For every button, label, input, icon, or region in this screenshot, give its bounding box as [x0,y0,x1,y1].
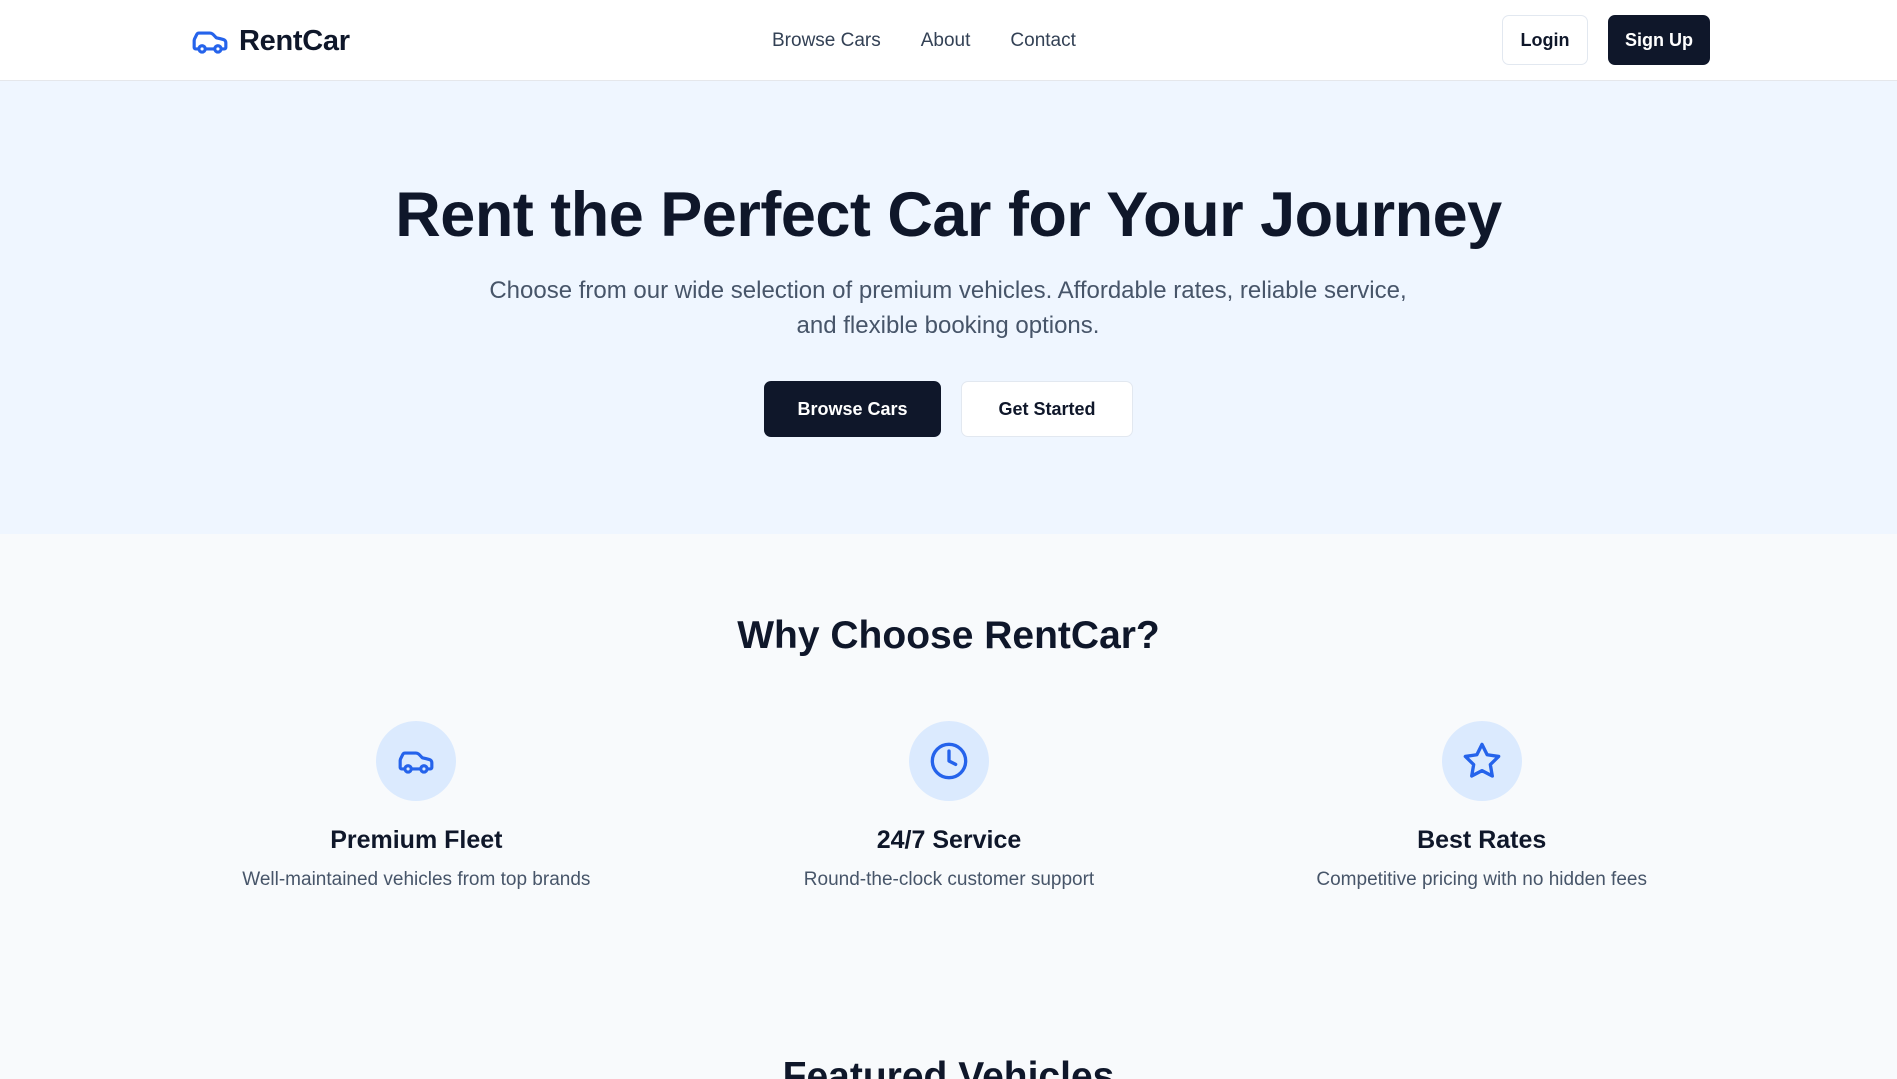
signup-button[interactable]: Sign Up [1608,15,1710,65]
why-choose-title: Why Choose RentCar? [737,614,1160,657]
feature-description: Round-the-clock customer support [803,869,1095,890]
hero-subtitle: Choose from our wide selection of premiu… [448,273,1448,343]
brand-name: RentCar [239,24,350,57]
feature-premium-fleet: Premium Fleet Well-maintained vehicles f… [150,721,683,891]
car-icon [191,22,229,60]
feature-description: Well-maintained vehicles from top brands [242,869,591,890]
car-icon [376,721,457,801]
feature-title: Premium Fleet [330,826,503,854]
nav-link-browse-cars[interactable]: Browse Cars [772,30,881,52]
nav-link-contact[interactable]: Contact [1010,30,1075,52]
hero-title: Rent the Perfect Car for Your Journey [395,180,1502,250]
hero-actions: Browse Cars Get Started [0,381,1897,437]
feature-description: Competitive pricing with no hidden fees [1316,869,1647,890]
main-nav: Browse Cars About Contact [772,26,1076,56]
hero-subtitle-line-1: Choose from our wide selection of premiu… [489,277,1407,304]
features-list: Premium Fleet Well-maintained vehicles f… [150,721,1748,891]
feature-best-rates: Best Rates Competitive pricing with no h… [1215,721,1748,891]
nav-link-about[interactable]: About [921,30,971,52]
brand-logo[interactable]: RentCar [191,20,350,62]
site-header: RentCar Browse Cars About Contact Login … [0,0,1897,81]
feature-24-7-service: 24/7 Service Round-the-clock customer su… [683,721,1216,891]
featured-vehicles-title: Featured Vehicles [782,1055,1115,1079]
feature-title: 24/7 Service [876,826,1022,854]
star-icon [1441,721,1522,801]
hero-subtitle-line-2: and flexible booking options. [796,312,1100,339]
clock-icon [909,721,989,801]
hero-section: Rent the Perfect Car for Your Journey Ch… [0,81,1897,534]
login-button[interactable]: Login [1502,15,1588,65]
auth-buttons: Login Sign Up [1502,15,1710,65]
browse-cars-button[interactable]: Browse Cars [764,381,941,437]
feature-title: Best Rates [1417,826,1547,854]
get-started-button[interactable]: Get Started [961,381,1133,437]
